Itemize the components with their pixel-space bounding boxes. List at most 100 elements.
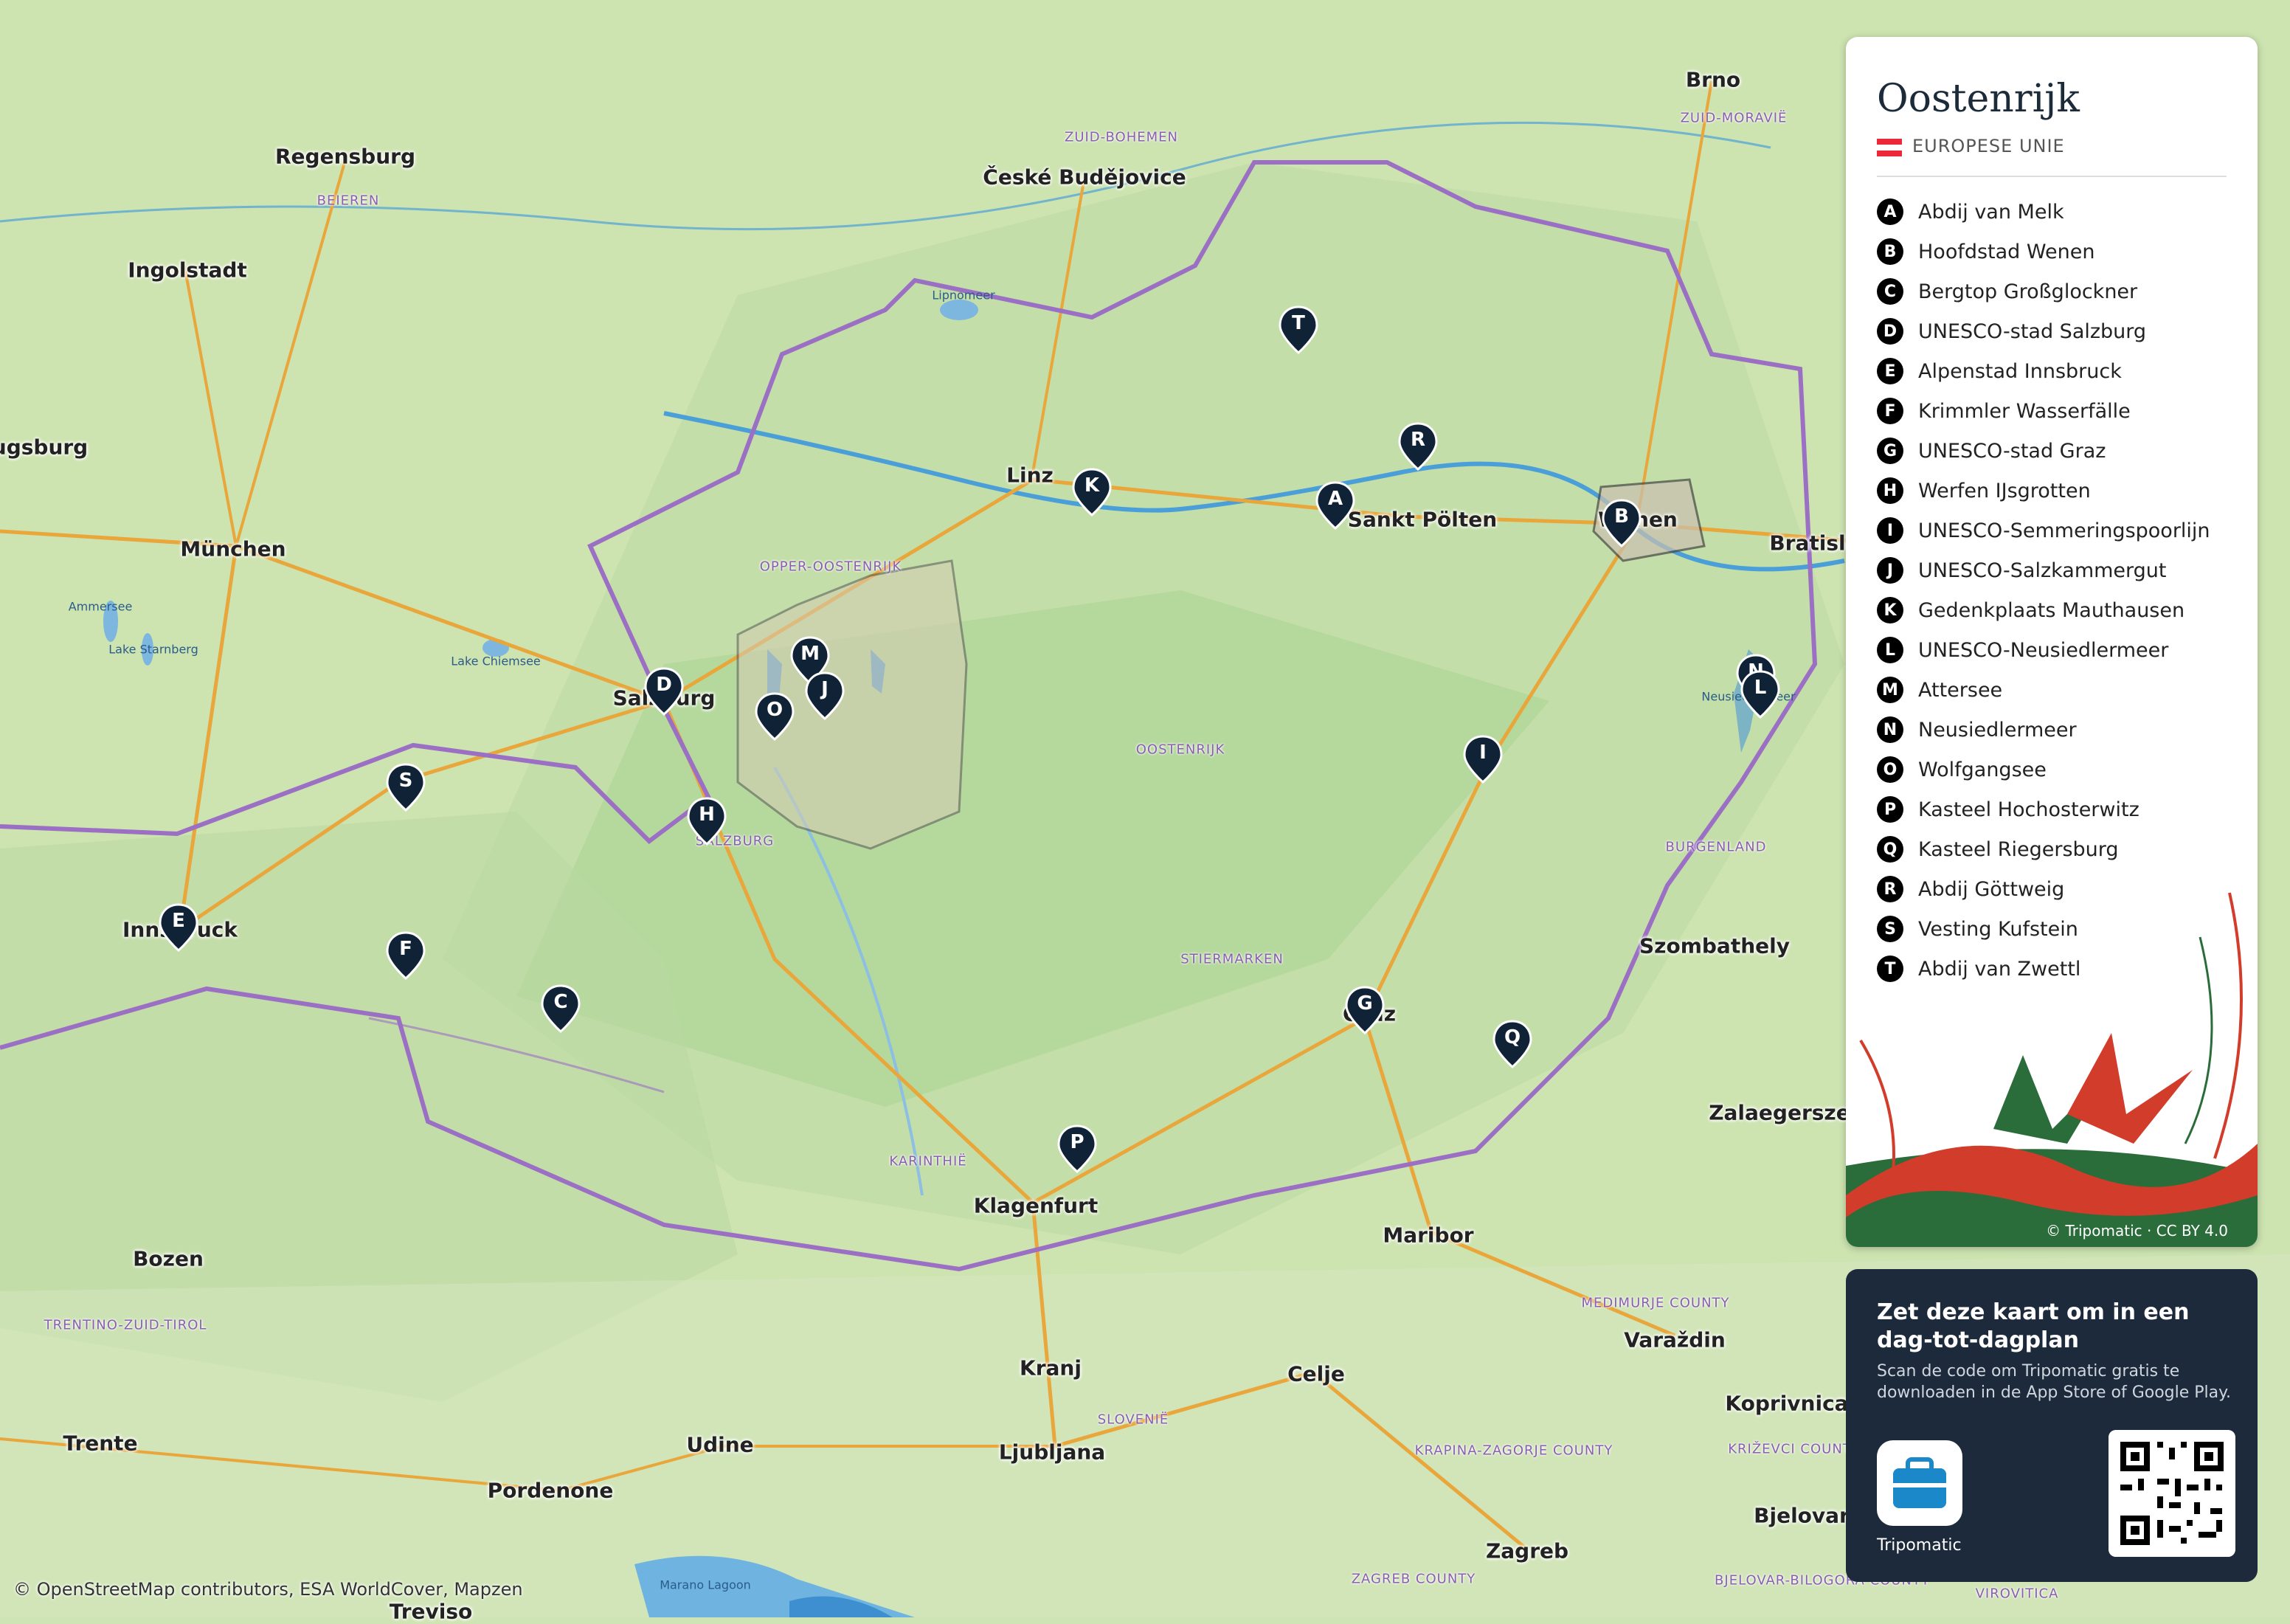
legend-item-a[interactable]: A Abdij van Melk [1877,192,2238,232]
legend-item-d[interactable]: D UNESCO-stad Salzburg [1877,311,2238,351]
promo-text: Scan de code om Tripomatic gratis te dow… [1877,1362,2232,1402]
legend-badge: C [1877,278,1903,305]
map-pin-h[interactable]: H [687,797,727,846]
pin-letter: F [399,938,412,960]
legend-label: Neusiedlermeer [1918,718,2077,742]
pin-letter: D [656,674,672,696]
map-pin-p[interactable]: P [1057,1124,1097,1173]
legend-item-k[interactable]: K Gedenkplaats Mauthausen [1877,590,2238,630]
legend-badge: D [1877,318,1903,345]
region-label: ZUID-MORAVIË [1680,110,1788,126]
map-pin-g[interactable]: G [1345,986,1385,1034]
region-label: BURGENLAND [1665,839,1767,855]
city-label: Udine [686,1432,754,1457]
lake-label: Lipnomeer [932,288,995,303]
credit: © Tripomatic · CC BY 4.0 [2046,1222,2228,1240]
legend-item-c[interactable]: C Bergtop Großglockner [1877,272,2238,311]
map-pin-f[interactable]: F [386,931,426,980]
map-pin-d[interactable]: D [644,667,684,716]
legend-badge: B [1877,238,1903,265]
city-label: Pordenone [487,1478,614,1503]
legend-item-b[interactable]: B Hoofdstad Wenen [1877,232,2238,272]
pin-letter: K [1084,474,1100,497]
pin-letter: O [766,699,783,721]
app-icon[interactable] [1877,1440,1962,1526]
city-label: Ljubljana [998,1440,1106,1465]
legend-badge: K [1877,597,1903,623]
divider [1877,176,2227,177]
legend-item-f[interactable]: F Krimmler Wasserfälle [1877,391,2238,431]
map-pin-c[interactable]: C [541,984,581,1033]
map-pin-e[interactable]: E [159,903,198,952]
region-label: MEDIMURJE COUNTY [1581,1295,1730,1311]
city-label: Bozen [133,1246,204,1271]
legend-item-o[interactable]: O Wolfgangsee [1877,750,2238,789]
app-name: Tripomatic [1877,1536,1962,1555]
city-label: Klagenfurt [973,1193,1099,1218]
legend-item-e[interactable]: E Alpenstad Innsbruck [1877,351,2238,391]
legend-badge: N [1877,716,1903,743]
legend-badge: J [1877,557,1903,584]
legend-item-h[interactable]: H Werfen IJsgrotten [1877,471,2238,511]
region-label: KRAPINA-ZAGORJE COUNTY [1414,1442,1613,1459]
city-label: Kranj [1020,1355,1082,1381]
city-label: Koprivnica [1725,1391,1849,1416]
pin-letter: Q [1504,1026,1521,1048]
legend-label: UNESCO-Salzkammergut [1918,559,2167,582]
map-pin-a[interactable]: A [1315,481,1355,530]
pin-letter: A [1327,488,1343,510]
region-label: VIROVITICA [1975,1586,2059,1602]
legend-item-m[interactable]: M Attersee [1877,670,2238,710]
legend-item-j[interactable]: J UNESCO-Salzkammergut [1877,550,2238,590]
city-label: Sankt Pölten [1347,507,1498,532]
legend-label: Attersee [1918,678,2003,702]
map-pin-l[interactable]: L [1740,670,1780,719]
map-pin-t[interactable]: T [1279,305,1318,354]
region-label: TRENTINO-ZUID-TIROL [44,1317,207,1333]
legend-badge: E [1877,358,1903,384]
legend-label: Werfen IJsgrotten [1918,479,2091,502]
legend-panel: Oostenrijk EUROPESE UNIE A Abdij van Melk… [1846,37,2258,1247]
pin-letter: J [821,678,829,700]
pin-letter: G [1357,992,1373,1015]
promo-heading: Zet deze kaart om in een dag-tot-dagplan [1877,1299,2190,1353]
legend-badge: F [1877,398,1903,424]
map-pin-k[interactable]: K [1072,468,1112,516]
legend-label: Wolfgangsee [1918,758,2047,781]
legend-item-n[interactable]: N Neusiedlermeer [1877,710,2238,750]
map-pin-r[interactable]: R [1398,422,1438,471]
legend-item-l[interactable]: L UNESCO-Neusiedlermeer [1877,630,2238,670]
map-pin-b[interactable]: B [1602,499,1642,547]
map-pin-o[interactable]: O [755,692,795,741]
legend-badge: M [1877,677,1903,703]
city-label: Zalaegerszeg [1709,1100,1865,1125]
legend-item-i[interactable]: I UNESCO-Semmeringspoorlijn [1877,511,2238,550]
edelweiss-decoration [1846,892,2258,1247]
city-label: München [180,536,286,562]
pin-letter: T [1292,312,1305,334]
region-label: OPPER-OOSTENRIJK [759,559,902,575]
legend-item-g[interactable]: G UNESCO-stad Graz [1877,431,2238,471]
legend-label: UNESCO-Semmeringspoorlijn [1918,519,2210,542]
map-pin-j[interactable]: J [805,671,845,720]
legend-label: UNESCO-Neusiedlermeer [1918,638,2169,662]
map-pin-i[interactable]: I [1463,735,1503,784]
legend-badge: I [1877,517,1903,544]
map-pin-s[interactable]: S [386,763,426,812]
city-label: Celje [1287,1361,1345,1386]
pin-letter: M [800,643,820,665]
legend-label: Krimmler Wasserfälle [1918,399,2131,423]
lake-label: Marano Lagoon [660,1578,751,1592]
city-label: Brno [1685,67,1741,92]
legend-badge: L [1877,637,1903,663]
map-pin-q[interactable]: Q [1492,1020,1532,1068]
pin-letter: C [553,991,568,1013]
map-attribution: © OpenStreetMap contributors, ESA WorldC… [13,1579,523,1600]
legend-item-p[interactable]: P Kasteel Hochosterwitz [1877,789,2238,829]
city-label: ugsburg [0,435,89,460]
legend-label: Hoofdstad Wenen [1918,240,2095,263]
legend-badge: A [1877,198,1903,225]
lake-label: Lake Starnberg [108,642,198,657]
qr-code-icon[interactable] [2109,1430,2235,1557]
pin-letter: L [1754,677,1767,699]
